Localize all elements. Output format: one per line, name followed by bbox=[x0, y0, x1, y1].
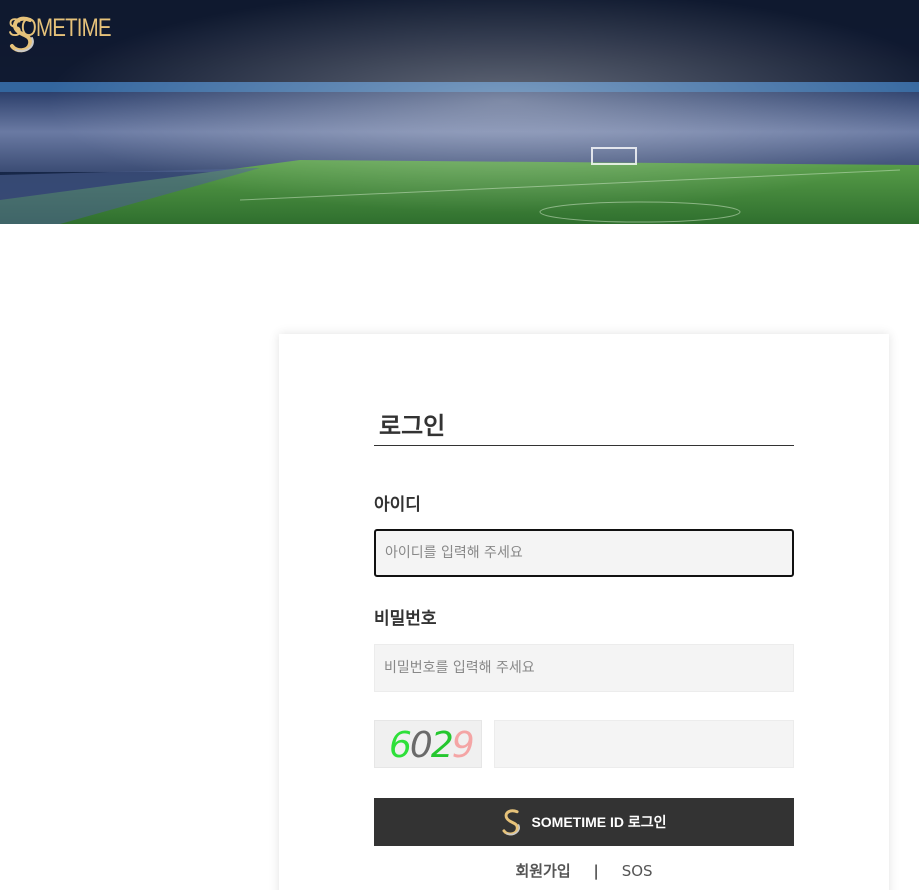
stadium-image bbox=[0, 0, 919, 224]
login-button[interactable]: SOMETIME ID 로그인 bbox=[374, 798, 794, 846]
footer-links: 회원가입 | SOS bbox=[374, 860, 794, 881]
id-input[interactable] bbox=[374, 529, 794, 577]
logo-icon bbox=[502, 809, 521, 836]
captcha-image: 6029 bbox=[374, 720, 482, 768]
captcha-code: 6029 bbox=[389, 725, 475, 766]
captcha-input[interactable] bbox=[494, 720, 794, 768]
password-label: 비밀번호 bbox=[374, 609, 437, 629]
login-title-row: 로그인 bbox=[374, 404, 794, 446]
site-logo[interactable]: SOMETIME bbox=[8, 14, 133, 53]
captcha-digit: 0 bbox=[409, 725, 433, 766]
link-separator: | bbox=[593, 862, 599, 880]
page-title: 로그인 bbox=[379, 412, 446, 440]
sos-link[interactable]: SOS bbox=[622, 862, 653, 880]
signup-link[interactable]: 회원가입 bbox=[515, 862, 570, 880]
login-card: 로그인 아이디 비밀번호 6029 SOMETIME ID 로그인 회원가입 |… bbox=[279, 334, 889, 890]
captcha-digit: 9 bbox=[451, 725, 475, 766]
captcha-digit: 6 bbox=[389, 725, 412, 766]
id-label: 아이디 bbox=[374, 495, 421, 515]
login-button-label: SOMETIME ID 로그인 bbox=[531, 814, 667, 830]
logo-text: SOMETIME bbox=[8, 14, 112, 42]
password-input[interactable] bbox=[374, 644, 794, 692]
captcha-digit: 2 bbox=[430, 725, 454, 766]
header-banner: SOMETIME bbox=[0, 0, 919, 224]
